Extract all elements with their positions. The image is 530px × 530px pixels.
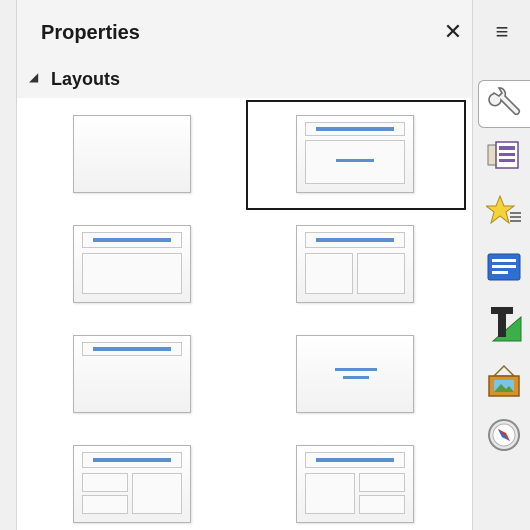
- close-panel-button[interactable]: ✕: [439, 18, 467, 46]
- left-content-placeholder: [305, 473, 355, 514]
- left-content-placeholder: [305, 253, 353, 294]
- wrench-icon: [488, 87, 521, 116]
- top-left-content-placeholder: [82, 473, 128, 492]
- title-bar: [93, 238, 171, 242]
- panel-header: Properties ✕: [17, 0, 472, 61]
- sidebar-tab-properties[interactable]: [478, 80, 530, 128]
- layout-blank-slide[interactable]: [73, 115, 191, 193]
- layouts-section-label: Layouts: [51, 69, 121, 89]
- content-placeholder: [305, 140, 405, 184]
- title-bar: [316, 238, 394, 242]
- title-placeholder: [305, 232, 405, 248]
- styles-text-icon: [491, 307, 522, 342]
- left-edge-strip: [0, 0, 17, 530]
- layout-title-content-2[interactable]: [73, 225, 191, 303]
- title-bar: [316, 127, 394, 131]
- layout-centered-text[interactable]: [296, 335, 414, 413]
- centered-text-bar-2: [343, 376, 369, 379]
- content-bar: [336, 159, 374, 162]
- centered-text-bar-1: [335, 368, 377, 371]
- title-bar: [316, 458, 394, 462]
- gallery-icon: [488, 364, 520, 397]
- title-placeholder: [82, 342, 182, 356]
- master-slides-icon: [487, 253, 521, 281]
- content-placeholder: [82, 253, 182, 294]
- sidebar-tab-master-slides[interactable]: [478, 244, 530, 290]
- expand-triangle-icon[interactable]: ◢: [29, 70, 38, 84]
- slide-transition-icon: [487, 141, 519, 169]
- title-placeholder: [82, 452, 182, 468]
- sidebar-deck-tabbar: ≡: [472, 0, 530, 530]
- sidebar-menu-button[interactable]: ≡: [477, 12, 527, 52]
- bottom-right-content-placeholder: [359, 495, 405, 514]
- right-content-placeholder: [357, 253, 405, 294]
- sidebar-tab-slide-transition[interactable]: [478, 132, 530, 178]
- layout-title-two-content[interactable]: [296, 225, 414, 303]
- top-right-content-placeholder: [359, 473, 405, 492]
- layout-title-two-content-and-content[interactable]: [73, 445, 191, 523]
- layout-title-only[interactable]: [73, 335, 191, 413]
- title-placeholder: [305, 122, 405, 136]
- title-placeholder: [305, 452, 405, 468]
- sidebar-tab-navigator[interactable]: [478, 412, 530, 458]
- bottom-left-content-placeholder: [82, 495, 128, 514]
- layout-title-content[interactable]: [296, 115, 414, 193]
- title-bar: [93, 458, 171, 462]
- layout-title-content-and-two-content[interactable]: [296, 445, 414, 523]
- title-placeholder: [82, 232, 182, 248]
- title-bar: [93, 347, 171, 351]
- sidebar-tab-animation[interactable]: [478, 188, 530, 234]
- sidebar-tab-styles[interactable]: [478, 300, 530, 346]
- sidebar-tab-gallery[interactable]: [478, 358, 530, 404]
- menu-icon: ≡: [495, 19, 509, 44]
- right-content-placeholder: [132, 473, 182, 514]
- properties-panel: Properties ✕ ◢ Layouts: [17, 0, 472, 530]
- animation-star-icon: [486, 194, 521, 225]
- panel-title: Properties: [41, 22, 140, 44]
- navigator-compass-icon: [488, 419, 520, 451]
